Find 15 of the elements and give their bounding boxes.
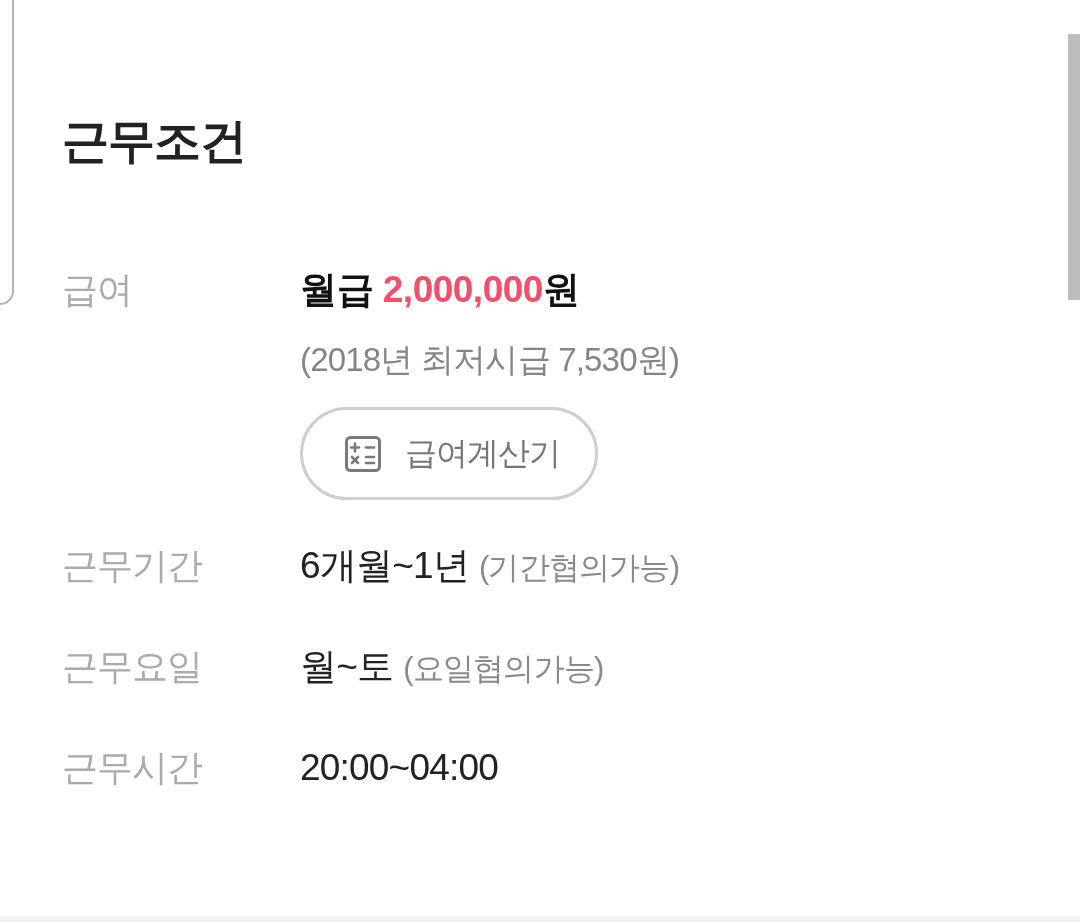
condition-value: 월~토 bbox=[300, 645, 394, 689]
calculator-icon bbox=[345, 435, 381, 472]
condition-note: (요일협의가능) bbox=[403, 650, 604, 688]
condition-value: 20:00~04:00 bbox=[300, 746, 498, 790]
condition-value: 6개월~1년 bbox=[300, 544, 469, 588]
condition-note: (기간협의가능) bbox=[478, 549, 680, 587]
condition-label: 근무시간 bbox=[62, 746, 203, 790]
condition-label: 급여 bbox=[62, 268, 133, 312]
minimum-wage-note: (2018년 최저시급 7,530원) bbox=[300, 340, 680, 380]
condition-label: 근무기간 bbox=[62, 544, 203, 588]
condition-label: 근무요일 bbox=[62, 645, 203, 689]
section-title: 근무조건 bbox=[62, 116, 246, 166]
salary-value: 월급 2,000,000원 bbox=[300, 268, 580, 312]
scrollbar-thumb[interactable] bbox=[1068, 34, 1080, 300]
salary-calculator-button[interactable]: 급여계산기 bbox=[300, 407, 598, 500]
